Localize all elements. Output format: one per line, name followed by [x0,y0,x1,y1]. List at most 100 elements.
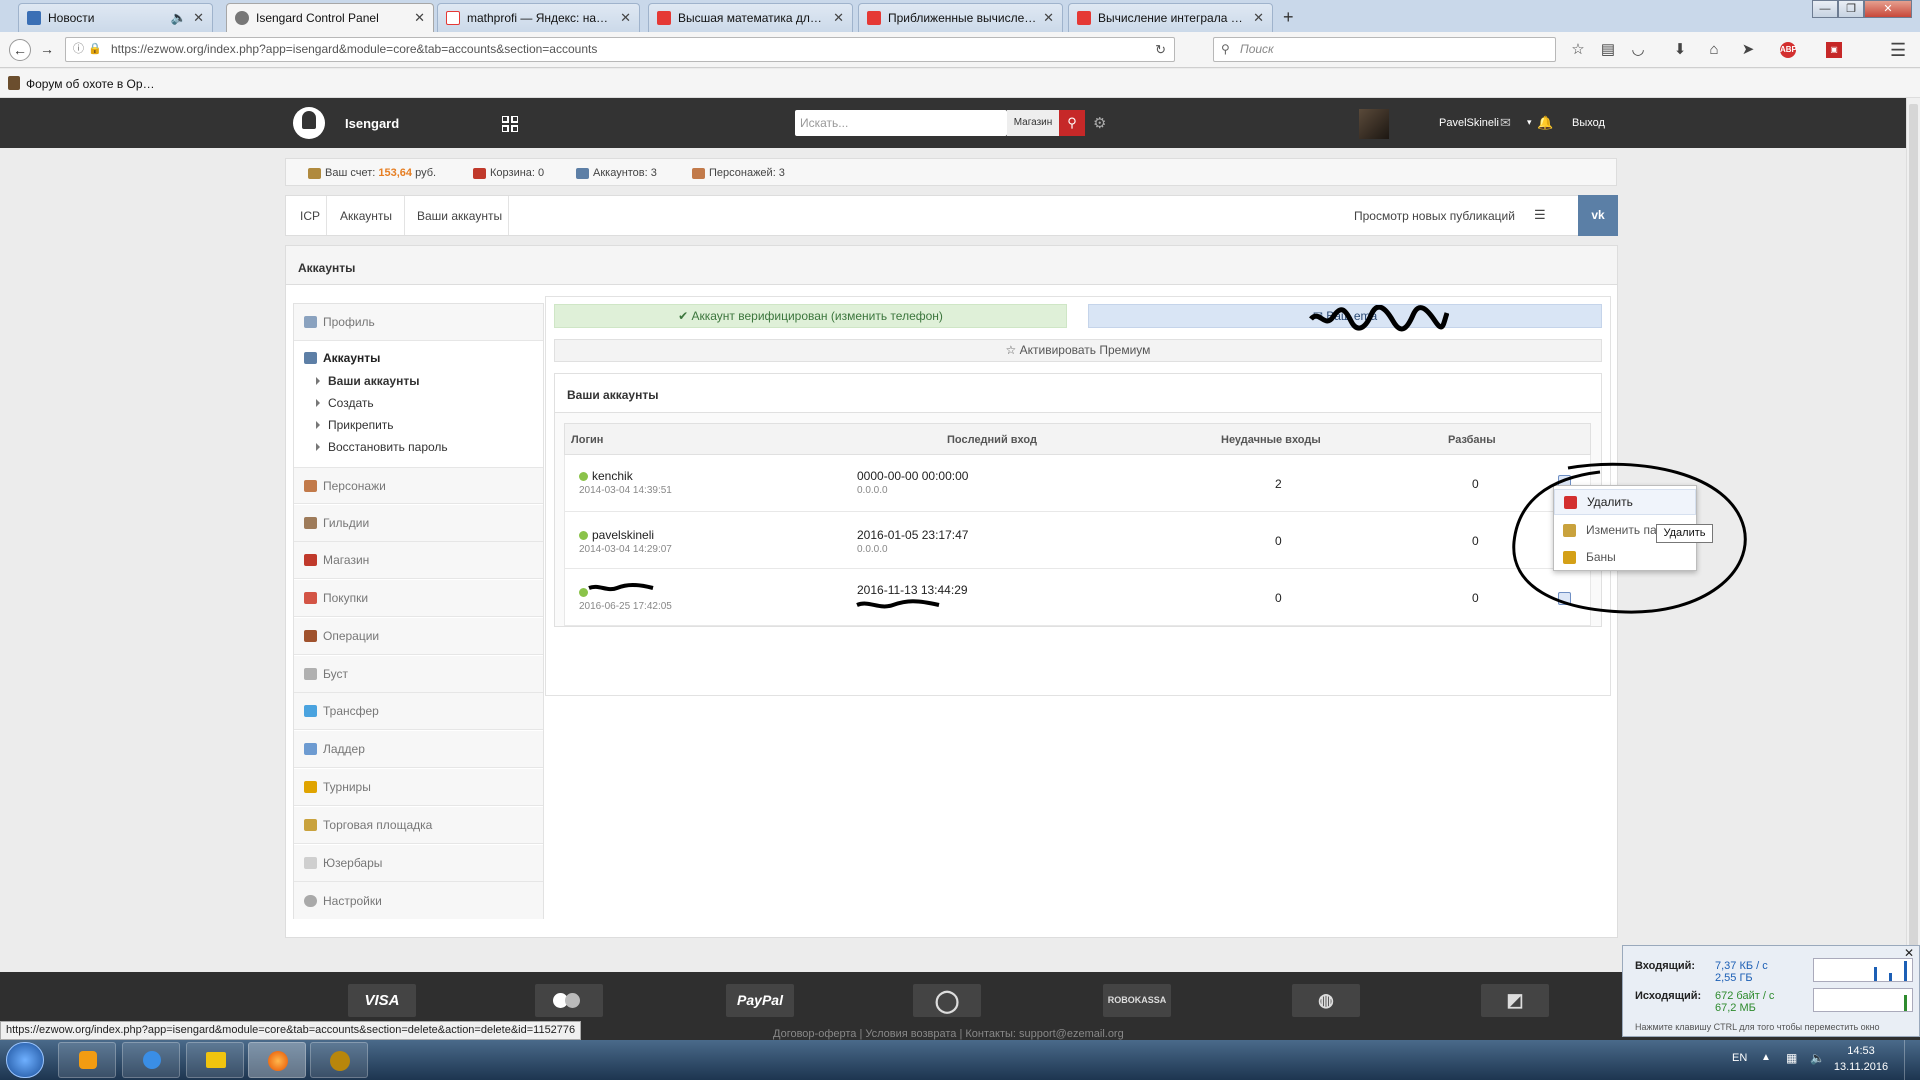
firefox-icon[interactable] [248,1042,306,1078]
download-icon[interactable]: ⬇ [1672,42,1688,58]
tab-isengard[interactable]: Isengard Control Panel ✕ [226,3,434,32]
cart-stat[interactable]: Корзина: 0 [473,167,544,179]
logout-link[interactable]: Выход [1572,117,1605,129]
new-posts-link[interactable]: Просмотр новых публикаций [1354,209,1515,223]
show-desktop-button[interactable] [1904,1040,1920,1080]
isengard-favicon-icon [235,11,249,25]
sidebar-item-purchases[interactable]: Покупки [294,580,543,617]
tab-approx[interactable]: Приближенные вычисле… ✕ [858,3,1063,32]
close-icon[interactable]: ✕ [193,10,204,26]
sidebar-item-ladder[interactable]: Ладдер [294,731,543,768]
network-icon[interactable]: ▦ [1786,1051,1797,1065]
volume-icon[interactable]: 🔈 [1810,1051,1825,1065]
search-settings-gear-icon[interactable]: ⚙ [1093,114,1106,132]
tab-news[interactable]: Новости 🔈 ✕ [18,3,213,32]
characters-stat[interactable]: Персонажей: 3 [692,167,785,179]
sidebar-item-boost[interactable]: Буст [294,656,543,693]
footer-links[interactable]: Договор-оферта | Условия возврата | Конт… [773,1028,1124,1040]
list-icon[interactable]: ☰ [1534,207,1546,223]
site-brand[interactable]: Isengard [345,116,399,131]
wow-launcher-icon[interactable] [310,1042,368,1078]
mail-icon[interactable]: ✉ [1500,115,1511,131]
sidebar-item-userbars[interactable]: Юзербары [294,845,543,882]
adblock-icon[interactable]: ABP [1780,42,1797,58]
close-icon[interactable]: ✕ [414,10,425,26]
speaker-icon[interactable]: 🔈 [171,10,187,26]
sidebar-item-marketplace[interactable]: Торговая площадка [294,807,543,844]
robokassa-logo: ROBOKASSA [1103,984,1171,1017]
email-notice[interactable]: ✉ Ваш ema [1088,304,1602,332]
breadcrumb-icp[interactable]: ICP [300,209,320,223]
sidebar-item-tournaments[interactable]: Турниры [294,769,543,806]
close-icon[interactable]: ✕ [1043,10,1054,26]
minimize-button[interactable]: — [1812,0,1838,18]
bookmark-forum[interactable]: Форум об охоте в Ор… [26,77,155,91]
tab-math[interactable]: Высшая математика для з… ✕ [648,3,853,32]
close-icon[interactable]: ✕ [620,10,631,26]
site-search-button[interactable]: ⚲ [1059,110,1085,136]
bookmarks-list-icon[interactable]: ▤ [1600,42,1616,58]
accounts-stat[interactable]: Аккаунтов: 3 [576,167,657,179]
home-icon[interactable]: ⌂ [1706,42,1722,58]
send-icon[interactable]: ➤ [1740,42,1756,58]
new-tab-button[interactable]: + [1283,7,1294,28]
clock-date[interactable]: 13.11.2016 [1832,1061,1890,1073]
address-bar[interactable]: ⓘ 🔒 https://ezwow.org/index.php?app=isen… [65,37,1175,62]
network-meter-widget[interactable]: ✕ Входящий: 7,37 КБ / с 2,55 ГБ Исходящи… [1622,945,1920,1037]
verified-notice[interactable]: ✔ Аккаунт верифицирован (изменить телефо… [554,304,1067,328]
sidebar-item-operations[interactable]: Операции [294,618,543,655]
sidebar-sub-your-accounts[interactable]: Ваши аккаунты [316,374,419,388]
vk-button[interactable]: vk [1578,195,1618,236]
menu-icon[interactable]: ☰ [1890,41,1906,59]
tab-integral[interactable]: Вычисление интеграла с … ✕ [1068,3,1273,32]
activate-premium-button[interactable]: ☆ Активировать Премиум [554,339,1602,362]
table-row: 2016-06-25 17:42:05 2016-11-13 13:44:29 … [564,569,1591,626]
sidebar-item-shop[interactable]: Магазин [294,542,543,579]
close-icon[interactable]: ✕ [1253,10,1264,26]
page-scrollbar[interactable] [1906,98,1920,972]
sidebar-item-profile[interactable]: Профиль [294,304,543,341]
close-icon[interactable]: ✕ [833,10,844,26]
sidebar-sub-attach[interactable]: Прикрепить [316,418,394,432]
chevron-down-icon[interactable]: ▾ [1527,117,1532,128]
forward-button[interactable]: → [36,39,58,61]
search-scope-select[interactable]: Магазин [1007,110,1059,136]
forum-favicon-icon [8,76,20,90]
site-search-input[interactable]: Искать... [795,110,1007,136]
tray-arrow-icon[interactable]: ▲ [1761,1052,1771,1063]
apps-grid-icon[interactable] [501,115,519,133]
window-close-button[interactable]: ✕ [1864,0,1912,18]
maximize-button[interactable]: ❐ [1838,0,1864,18]
start-button[interactable] [6,1042,44,1078]
breadcrumb-accounts[interactable]: Аккаунты [340,209,392,223]
tab-yandex[interactable]: mathprofi — Яндекс: наш… ✕ [437,3,640,32]
info-icon[interactable]: ⓘ [73,38,84,61]
bell-icon[interactable]: 🔔 [1537,115,1553,131]
sidebar-sub-restore-password[interactable]: Восстановить пароль [316,440,448,454]
isengard-logo-icon[interactable] [293,107,325,139]
language-indicator[interactable]: EN [1732,1052,1747,1064]
sidebar-sub-create[interactable]: Создать [316,396,374,410]
sidebar-item-transfer[interactable]: Трансфер [294,693,543,730]
sidebar-item-guilds[interactable]: Гильдии [294,505,543,542]
internet-explorer-icon[interactable] [122,1042,180,1078]
sidebar-item-settings[interactable]: Настройки [294,882,543,919]
avatar[interactable] [1359,109,1389,139]
back-button[interactable]: ← [9,39,31,61]
bookmarks-bar: Форум об охоте в Ор… [0,69,1920,98]
balance-stat[interactable]: Ваш счет: 153,64 руб. [308,167,436,179]
reload-icon[interactable]: ↻ [1155,38,1166,61]
sidebar-item-accounts[interactable]: Аккаунты [304,351,380,365]
sidebar-item-characters[interactable]: Персонажи [294,467,543,504]
clock-time[interactable]: 14:53 [1836,1045,1886,1057]
windows-taskbar: EN ▲ ▦ 🔈 14:53 13.11.2016 [0,1040,1920,1080]
last-login-cell: 0000-00-00 00:00:00 0.0.0.0 [857,469,969,496]
file-explorer-icon[interactable] [186,1042,244,1078]
media-player-icon[interactable] [58,1042,116,1078]
browser-search-input[interactable]: ⚲ Поиск [1213,37,1556,62]
table-row: pavelskineli 2014-03-04 14:29:07 2016-01… [564,512,1591,569]
username[interactable]: PavelSkineli [1439,117,1499,129]
news-extension-icon[interactable]: ▣ [1826,42,1842,58]
pocket-icon[interactable]: ◡ [1630,42,1646,58]
bookmark-star-icon[interactable]: ☆ [1570,42,1586,58]
